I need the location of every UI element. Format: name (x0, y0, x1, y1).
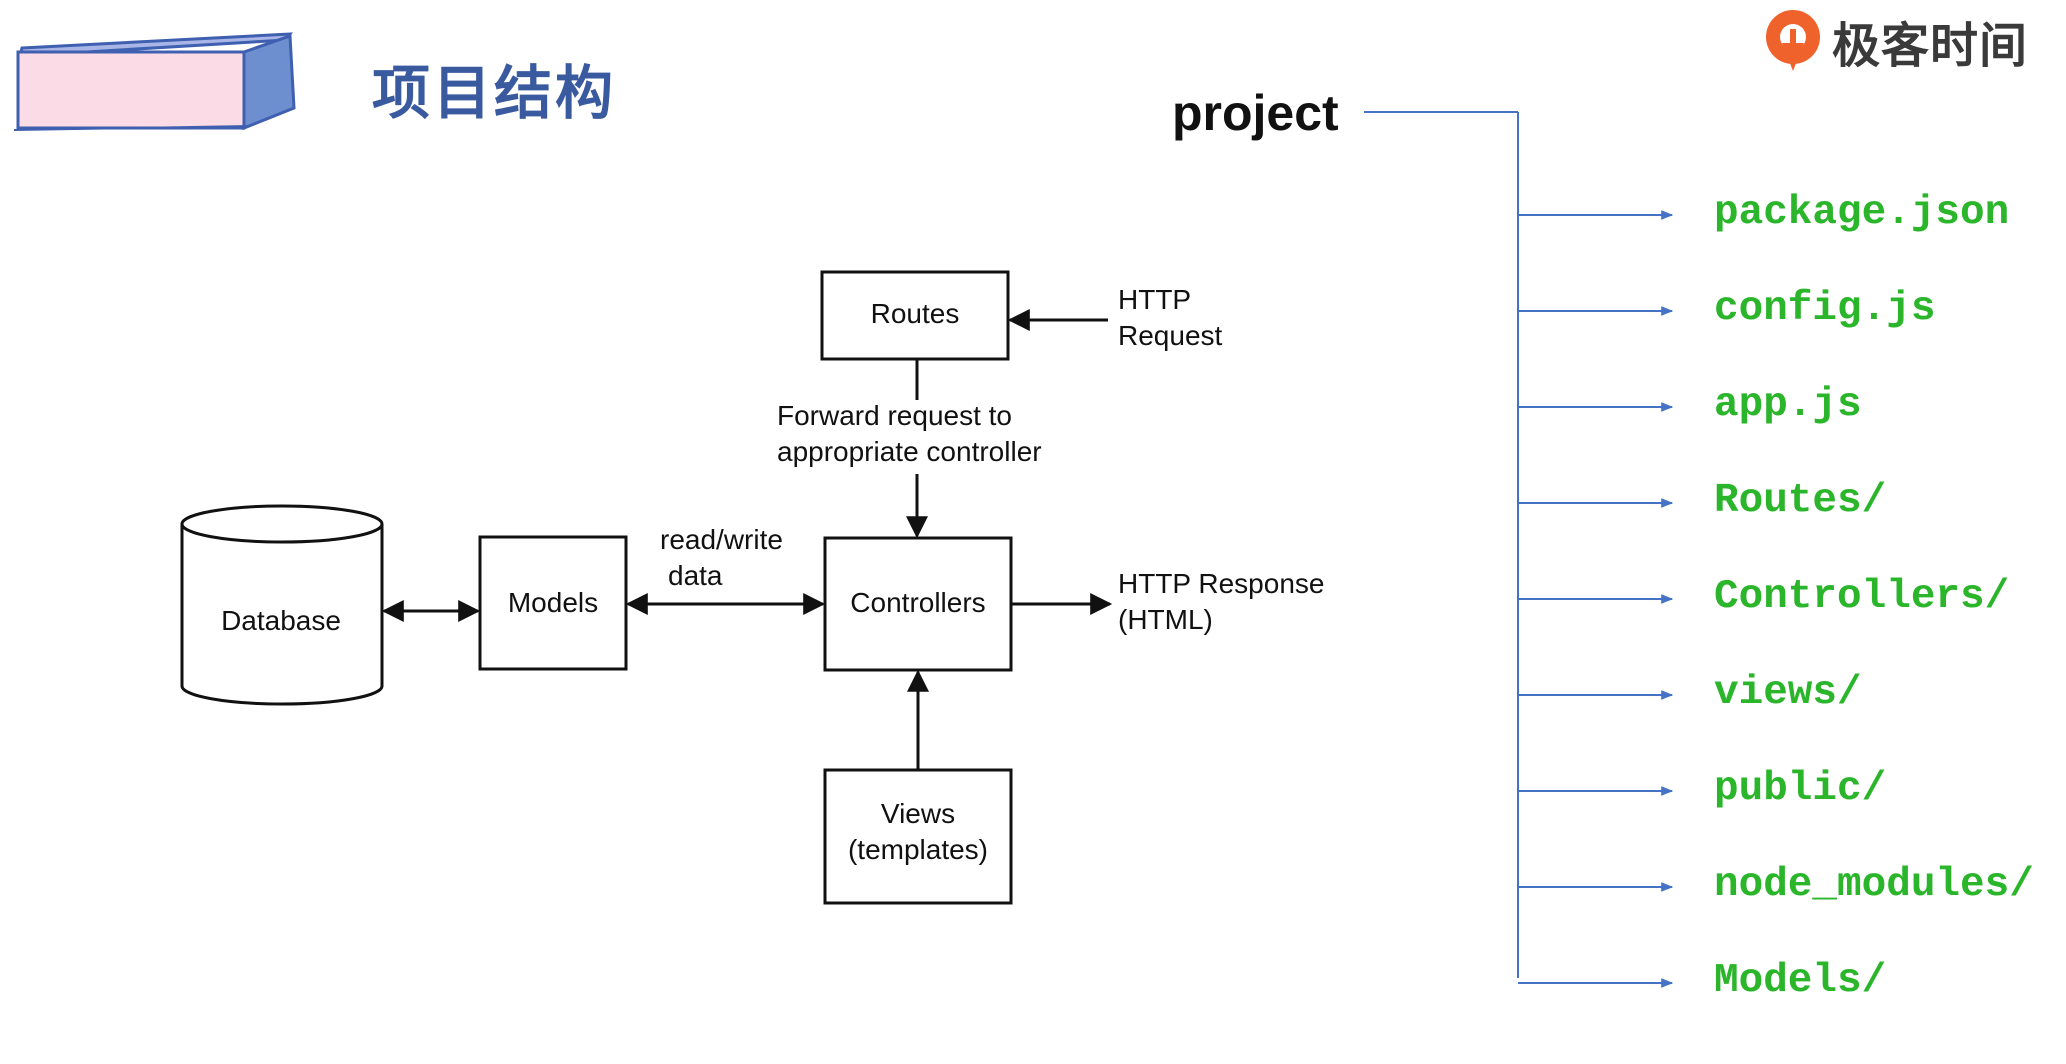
routes-label: Routes (871, 298, 960, 329)
models-label: Models (508, 587, 598, 618)
tree-item: node_modules/ (1714, 862, 2034, 908)
forward-request-label-line1: Forward request to (777, 400, 1012, 431)
tree-item: Controllers/ (1714, 574, 2010, 620)
project-root-label: project (1172, 85, 1339, 141)
http-response-label-line2: (HTML) (1118, 604, 1213, 635)
controllers-node: Controllers (823, 536, 1013, 672)
project-tree-lines (1364, 111, 1674, 988)
tree-item: views/ (1714, 670, 1862, 716)
tree-item: app.js (1714, 382, 1862, 428)
http-request-label-line1: HTTP (1118, 284, 1191, 315)
read-write-label-line1: read/write (660, 524, 783, 555)
views-label-line2: (templates) (848, 834, 988, 865)
tree-item: config.js (1714, 286, 1936, 332)
tree-item: Routes/ (1714, 478, 1887, 524)
tree-item: Models/ (1714, 958, 1887, 1004)
controllers-label: Controllers (850, 587, 985, 618)
tree-item: package.json (1714, 190, 2010, 236)
views-label-line1: Views (881, 798, 955, 829)
read-write-label-line2: data (668, 560, 723, 591)
http-request-label-line2: Request (1118, 320, 1223, 351)
models-node: Models (478, 535, 628, 671)
http-response-label-line1: HTTP Response (1118, 568, 1324, 599)
database-label: Database (221, 605, 341, 636)
tree-item: public/ (1714, 766, 1887, 812)
views-node: Views (templates) (823, 768, 1013, 905)
forward-request-label-line2: appropriate controller (777, 436, 1042, 467)
routes-node: Routes (820, 270, 1010, 361)
database-node: Database (180, 504, 384, 706)
